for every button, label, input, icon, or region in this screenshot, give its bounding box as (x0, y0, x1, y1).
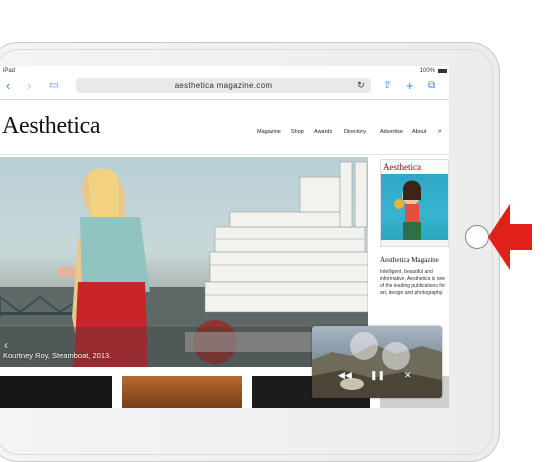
pip-play-button[interactable] (350, 332, 378, 360)
nav-awards[interactable]: Awards (314, 129, 332, 135)
nav-advertise[interactable]: Advertise (380, 129, 403, 135)
pip-rewind-icon[interactable]: ◀◀ (338, 370, 352, 381)
nav-directory[interactable]: Directory (344, 129, 366, 135)
browser-toolbar: ‹ › ▭ aesthetica magazine.com ↻ ⇧ + ⧉ (0, 76, 449, 100)
magazine-cover-title: Aesthetica (383, 162, 421, 172)
sidebar-text: Intelligent, beautiful and informative, … (380, 269, 446, 296)
hero-prev-icon[interactable]: ‹ (4, 338, 8, 352)
nav-magazine[interactable]: Magazine (257, 129, 281, 135)
magazine-cover-art (381, 174, 448, 246)
battery-icon (438, 69, 447, 73)
nav-about[interactable]: About (412, 129, 426, 135)
home-button[interactable] (465, 225, 489, 249)
status-bar: iPad 100% (0, 66, 449, 76)
url-text: aesthetica magazine.com (174, 81, 273, 90)
site-logo[interactable]: Aesthetica (2, 113, 101, 140)
nav-shop[interactable]: Shop (291, 129, 304, 135)
thumbnail[interactable] (122, 376, 242, 408)
book-icon[interactable]: ▭ (49, 79, 58, 93)
plus-icon[interactable]: + (406, 79, 414, 93)
chevron-right-icon[interactable]: › (27, 79, 31, 93)
tabs-icon[interactable]: ⧉ (428, 79, 435, 93)
pip-close-icon[interactable]: ✕ (404, 370, 412, 381)
hero-caption: Kourtney Roy, Steamboat, 2013. (3, 351, 112, 360)
toolbar-divider (0, 99, 449, 100)
sidebar-heading[interactable]: Aesthetica Magazine (380, 256, 439, 264)
carrier-label: iPad (3, 68, 16, 74)
magazine-cover[interactable]: Aesthetica (380, 159, 449, 247)
share-icon[interactable]: ⇧ (383, 79, 391, 93)
thumbnail[interactable] (0, 376, 112, 408)
address-bar[interactable]: aesthetica magazine.com ↻ (76, 78, 371, 93)
pip-control-button[interactable] (382, 342, 410, 370)
search-icon[interactable]: ⌕ (438, 128, 442, 136)
chevron-left-icon[interactable]: ‹ (6, 79, 10, 93)
red-arrow-icon (488, 204, 532, 270)
nav-divider (0, 154, 449, 155)
pip-video-frame (312, 344, 442, 398)
battery-percent: 100% (419, 68, 435, 74)
pip-pause-icon[interactable]: ❚❚ (370, 370, 385, 381)
reload-icon[interactable]: ↻ (357, 78, 365, 93)
picture-in-picture-video[interactable]: ◀◀ ❚❚ ✕ (312, 326, 442, 398)
